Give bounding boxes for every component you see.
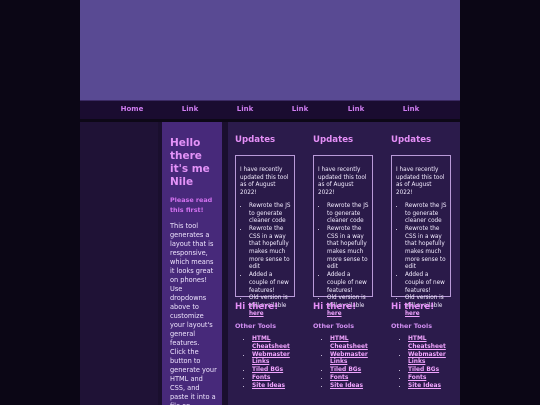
nav-link-2[interactable]: Link [182, 105, 199, 113]
nav-link-6[interactable]: Link [403, 105, 420, 113]
update-item: Rewrote the JS to generate cleaner code [249, 203, 291, 226]
update-item: Added a couple of new features! [327, 272, 369, 295]
updates-heading: Updates [235, 135, 276, 145]
intro-sidebar: Hello there it's me Nile Please read thi… [162, 122, 222, 405]
other-tools-list: HTML Cheatsheet Webmaster Links Tiled BG… [320, 336, 387, 391]
tool-item: Webmaster Links [252, 352, 309, 368]
tool-link-webmaster-links[interactable]: Webmaster Links [408, 352, 446, 366]
nav-link-home[interactable]: Home [121, 105, 144, 113]
main-content: Updates I have recently updated this too… [228, 122, 460, 405]
tool-link-site-ideas[interactable]: Site Ideas [330, 383, 363, 389]
tool-item: Tiled BGs [408, 367, 465, 375]
hi-heading: Hi there! [313, 302, 357, 312]
updates-heading: Updates [313, 135, 354, 145]
update-item: Rewrote the CSS in a way that hopefully … [249, 226, 291, 272]
other-tools-heading: Other Tools [313, 322, 355, 330]
tool-item: Tiled BGs [330, 367, 387, 375]
update-item: Added a couple of new features! [405, 272, 447, 295]
nav-link-3[interactable]: Link [237, 105, 254, 113]
top-navbar: Home Link Link Link Link Link [80, 100, 460, 121]
tool-link-tiled-bgs[interactable]: Tiled BGs [330, 367, 361, 373]
tool-link-html-cheatsheet[interactable]: HTML Cheatsheet [408, 336, 446, 350]
tool-link-fonts[interactable]: Fonts [408, 375, 426, 381]
updates-heading: Updates [391, 135, 432, 145]
tool-link-fonts[interactable]: Fonts [330, 375, 348, 381]
tool-item: Tiled BGs [252, 367, 309, 375]
update-item: Added a couple of new features! [249, 272, 291, 295]
update-item: Rewrote the JS to generate cleaner code [327, 203, 369, 226]
tool-link-site-ideas[interactable]: Site Ideas [408, 383, 441, 389]
tool-item: HTML Cheatsheet [408, 336, 465, 352]
update-item: Rewrote the CSS in a way that hopefully … [327, 226, 369, 272]
tool-link-webmaster-links[interactable]: Webmaster Links [252, 352, 290, 366]
intro-subtitle: Please read this first! [170, 196, 213, 214]
tool-link-html-cheatsheet[interactable]: HTML Cheatsheet [252, 336, 290, 350]
intro-title: Hello there it's me Nile [170, 137, 210, 188]
tool-item: Site Ideas [408, 383, 465, 391]
right-margin [460, 0, 540, 405]
tool-item: HTML Cheatsheet [252, 336, 309, 352]
other-tools-heading: Other Tools [235, 322, 277, 330]
other-tools-list: HTML Cheatsheet Webmaster Links Tiled BG… [398, 336, 465, 391]
nav-link-4[interactable]: Link [292, 105, 309, 113]
tool-link-tiled-bgs[interactable]: Tiled BGs [252, 367, 283, 373]
tool-link-fonts[interactable]: Fonts [252, 375, 270, 381]
intro-body: This tool generates a layout that is res… [170, 222, 217, 405]
tool-link-html-cheatsheet[interactable]: HTML Cheatsheet [330, 336, 368, 350]
page: Home Link Link Link Link Link Hello ther… [0, 0, 540, 405]
updates-box: I have recently updated this tool as of … [235, 155, 295, 317]
updates-box: I have recently updated this tool as of … [313, 155, 373, 317]
tool-link-webmaster-links[interactable]: Webmaster Links [330, 352, 368, 366]
nav-link-5[interactable]: Link [348, 105, 365, 113]
left-sidebar [80, 122, 158, 405]
tool-item: Fonts [408, 375, 465, 383]
hi-heading: Hi there! [391, 302, 435, 312]
tool-item: Webmaster Links [330, 352, 387, 368]
tool-link-tiled-bgs[interactable]: Tiled BGs [408, 367, 439, 373]
left-margin [0, 0, 80, 405]
tool-item: Site Ideas [330, 383, 387, 391]
tool-item: HTML Cheatsheet [330, 336, 387, 352]
tool-item: Webmaster Links [408, 352, 465, 368]
other-tools-list: HTML Cheatsheet Webmaster Links Tiled BG… [242, 336, 309, 391]
update-item: Rewrote the JS to generate cleaner code [405, 203, 447, 226]
tool-link-site-ideas[interactable]: Site Ideas [252, 383, 285, 389]
updates-box: I have recently updated this tool as of … [391, 155, 451, 317]
other-tools-heading: Other Tools [391, 322, 433, 330]
header-banner [80, 0, 460, 100]
tool-item: Site Ideas [252, 383, 309, 391]
update-item: Rewrote the CSS in a way that hopefully … [405, 226, 447, 272]
updates-intro: I have recently updated this tool as of … [318, 167, 367, 197]
hi-heading: Hi there! [235, 302, 279, 312]
tool-item: Fonts [252, 375, 309, 383]
updates-intro: I have recently updated this tool as of … [240, 167, 289, 197]
updates-intro: I have recently updated this tool as of … [396, 167, 445, 197]
tool-item: Fonts [330, 375, 387, 383]
